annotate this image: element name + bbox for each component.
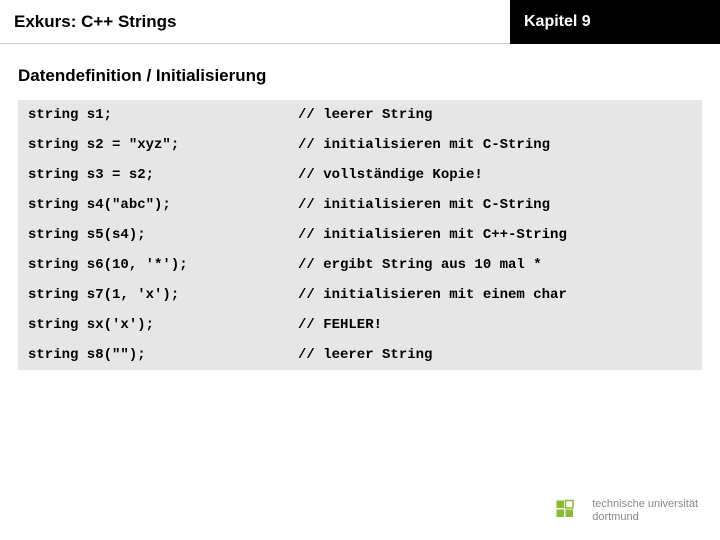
header-title-right: Kapitel 9 xyxy=(510,0,720,44)
code-cell: string sx('x'); xyxy=(18,310,288,340)
code-row: string s4("abc");// initialisieren mit C… xyxy=(18,190,702,220)
comment-cell: // ergibt String aus 10 mal * xyxy=(288,250,702,280)
comment-cell: // initialisieren mit C-String xyxy=(288,190,702,220)
university-line2: dortmund xyxy=(592,511,698,524)
code-cell: string s1; xyxy=(18,100,288,130)
code-table: string s1;// leerer Stringstring s2 = "x… xyxy=(18,100,702,370)
comment-cell: // initialisieren mit C-String xyxy=(288,130,702,160)
comment-cell: // leerer String xyxy=(288,340,702,370)
code-cell: string s8(""); xyxy=(18,340,288,370)
code-cell: string s6(10, '*'); xyxy=(18,250,288,280)
code-cell: string s7(1, 'x'); xyxy=(18,280,288,310)
comment-cell: // leerer String xyxy=(288,100,702,130)
code-row: string sx('x');// FEHLER! xyxy=(18,310,702,340)
code-cell: string s3 = s2; xyxy=(18,160,288,190)
comment-cell: // initialisieren mit C++-String xyxy=(288,220,702,250)
university-name: technische universität dortmund xyxy=(592,498,698,523)
code-row: string s1;// leerer String xyxy=(18,100,702,130)
comment-cell: // vollständige Kopie! xyxy=(288,160,702,190)
code-row: string s6(10, '*');// ergibt String aus … xyxy=(18,250,702,280)
slide-content: Datendefinition / Initialisierung string… xyxy=(0,44,720,370)
university-line1: technische universität xyxy=(592,498,698,511)
tu-logo-icon xyxy=(552,496,582,526)
code-cell: string s5(s4); xyxy=(18,220,288,250)
code-row: string s7(1, 'x');// initialisieren mit … xyxy=(18,280,702,310)
code-row: string s5(s4);// initialisieren mit C++-… xyxy=(18,220,702,250)
code-row: string s8("");// leerer String xyxy=(18,340,702,370)
code-row: string s3 = s2;// vollständige Kopie! xyxy=(18,160,702,190)
code-row: string s2 = "xyz";// initialisieren mit … xyxy=(18,130,702,160)
code-cell: string s2 = "xyz"; xyxy=(18,130,288,160)
code-cell: string s4("abc"); xyxy=(18,190,288,220)
slide-header: Exkurs: C++ Strings Kapitel 9 xyxy=(0,0,720,44)
comment-cell: // initialisieren mit einem char xyxy=(288,280,702,310)
footer: technische universität dortmund xyxy=(552,496,698,526)
section-title: Datendefinition / Initialisierung xyxy=(18,66,702,86)
header-title-left: Exkurs: C++ Strings xyxy=(0,0,510,44)
comment-cell: // FEHLER! xyxy=(288,310,702,340)
